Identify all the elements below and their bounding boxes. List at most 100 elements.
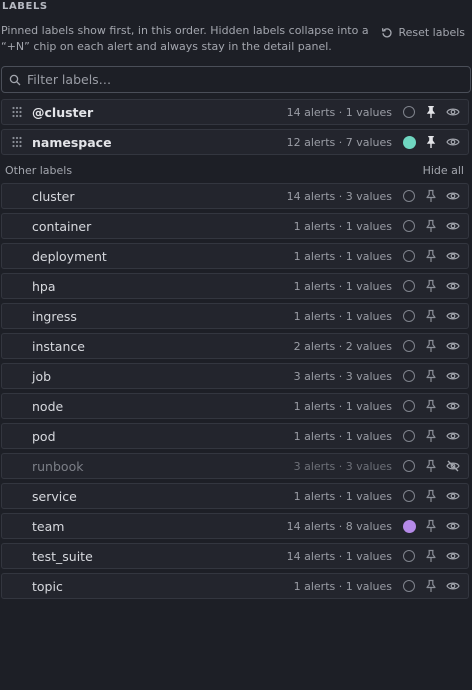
- unpin-button[interactable]: [420, 130, 442, 154]
- color-swatch-button[interactable]: [398, 100, 420, 124]
- color-swatch-button[interactable]: [398, 244, 420, 268]
- label-row-topic: topic 1 alerts · 1 values: [1, 573, 469, 599]
- pin-button[interactable]: [420, 244, 442, 268]
- color-swatch-icon: [403, 430, 415, 442]
- color-swatch-icon: [403, 310, 415, 322]
- pin-icon: [425, 369, 437, 383]
- color-swatch-button[interactable]: [398, 574, 420, 598]
- color-swatch-button[interactable]: [398, 544, 420, 568]
- eye-icon: [446, 401, 460, 411]
- color-swatch-button[interactable]: [398, 424, 420, 448]
- show-label-button[interactable]: [442, 454, 464, 478]
- hide-label-button[interactable]: [442, 574, 464, 598]
- hide-label-button[interactable]: [442, 394, 464, 418]
- label-name: ingress: [32, 308, 77, 324]
- hide-label-button[interactable]: [442, 334, 464, 358]
- color-swatch-button[interactable]: [398, 334, 420, 358]
- filter-labels-input[interactable]: [27, 72, 470, 87]
- color-swatch-button[interactable]: [398, 214, 420, 238]
- label-name: cluster: [32, 188, 75, 204]
- eye-icon: [446, 281, 460, 291]
- pin-button[interactable]: [420, 214, 442, 238]
- pin-button[interactable]: [420, 334, 442, 358]
- reset-labels-button[interactable]: Reset labels: [381, 26, 465, 39]
- color-swatch-icon: [402, 135, 416, 149]
- label-row-team: team 14 alerts · 8 values: [1, 513, 469, 539]
- labels-header: LABELS Pinned labels show first, in this…: [0, 0, 472, 62]
- pin-icon: [425, 399, 437, 413]
- pin-button[interactable]: [420, 424, 442, 448]
- reset-labels-label: Reset labels: [398, 26, 465, 39]
- pin-button[interactable]: [420, 454, 442, 478]
- color-swatch-button[interactable]: [398, 394, 420, 418]
- color-swatch-icon: [403, 400, 415, 412]
- color-swatch-button[interactable]: [398, 304, 420, 328]
- hide-label-button[interactable]: [442, 544, 464, 568]
- pin-button[interactable]: [420, 484, 442, 508]
- hide-label-button[interactable]: [442, 184, 464, 208]
- hide-label-button[interactable]: [442, 244, 464, 268]
- label-row-cluster: cluster 14 alerts · 3 values: [1, 183, 469, 209]
- eye-icon: [446, 311, 460, 321]
- pin-button[interactable]: [420, 394, 442, 418]
- pin-icon: [425, 189, 437, 203]
- hide-label-button[interactable]: [442, 130, 464, 154]
- color-swatch-icon: [403, 460, 415, 472]
- pin-button[interactable]: [420, 274, 442, 298]
- label-name: test_suite: [32, 548, 93, 564]
- pin-icon: [425, 519, 437, 533]
- label-name: container: [32, 218, 92, 234]
- label-name: node: [32, 398, 64, 414]
- eye-icon: [446, 491, 460, 501]
- label-stats: 14 alerts · 1 values: [286, 549, 392, 563]
- eye-off-icon: [446, 460, 460, 472]
- hide-label-button[interactable]: [442, 514, 464, 538]
- label-row-@cluster: @cluster 14 alerts · 1 values: [1, 99, 469, 125]
- label-stats: 12 alerts · 7 values: [286, 135, 392, 149]
- hide-label-button[interactable]: [442, 364, 464, 388]
- panel-description: Pinned labels show first, in this order.…: [1, 24, 369, 53]
- filter-labels-box: [1, 66, 471, 93]
- color-swatch-button[interactable]: [398, 274, 420, 298]
- pin-button[interactable]: [420, 304, 442, 328]
- drag-handle-icon[interactable]: [11, 106, 23, 118]
- color-swatch-button[interactable]: [398, 184, 420, 208]
- color-swatch-button[interactable]: [398, 484, 420, 508]
- label-name: runbook: [32, 458, 84, 474]
- drag-handle-icon[interactable]: [11, 136, 23, 148]
- unpin-button[interactable]: [420, 100, 442, 124]
- pin-icon: [425, 309, 437, 323]
- hide-all-button[interactable]: Hide all: [423, 164, 464, 177]
- label-name: namespace: [32, 134, 112, 150]
- color-swatch-icon: [403, 580, 415, 592]
- hide-label-button[interactable]: [442, 304, 464, 328]
- color-swatch-button[interactable]: [398, 514, 420, 538]
- pin-button[interactable]: [420, 574, 442, 598]
- pin-button[interactable]: [420, 514, 442, 538]
- color-swatch-icon: [403, 370, 415, 382]
- pin-button[interactable]: [420, 184, 442, 208]
- color-swatch-button[interactable]: [398, 454, 420, 478]
- color-swatch-button[interactable]: [398, 130, 420, 154]
- eye-icon: [446, 107, 460, 117]
- pin-button[interactable]: [420, 364, 442, 388]
- color-swatch-icon: [403, 340, 415, 352]
- color-swatch-icon: [403, 280, 415, 292]
- pin-button[interactable]: [420, 544, 442, 568]
- label-name: @cluster: [32, 104, 94, 120]
- hide-label-button[interactable]: [442, 100, 464, 124]
- pin-icon: [425, 459, 437, 473]
- hide-label-button[interactable]: [442, 424, 464, 448]
- color-swatch-icon: [403, 220, 415, 232]
- hide-label-button[interactable]: [442, 274, 464, 298]
- label-row-namespace: namespace 12 alerts · 7 values: [1, 129, 469, 155]
- pin-icon: [425, 549, 437, 563]
- label-name: instance: [32, 338, 85, 354]
- eye-icon: [446, 551, 460, 561]
- hide-label-button[interactable]: [442, 484, 464, 508]
- color-swatch-button[interactable]: [398, 364, 420, 388]
- panel-title: LABELS: [2, 1, 48, 12]
- label-stats: 1 alerts · 1 values: [293, 429, 392, 443]
- hide-label-button[interactable]: [442, 214, 464, 238]
- label-stats: 1 alerts · 1 values: [293, 489, 392, 503]
